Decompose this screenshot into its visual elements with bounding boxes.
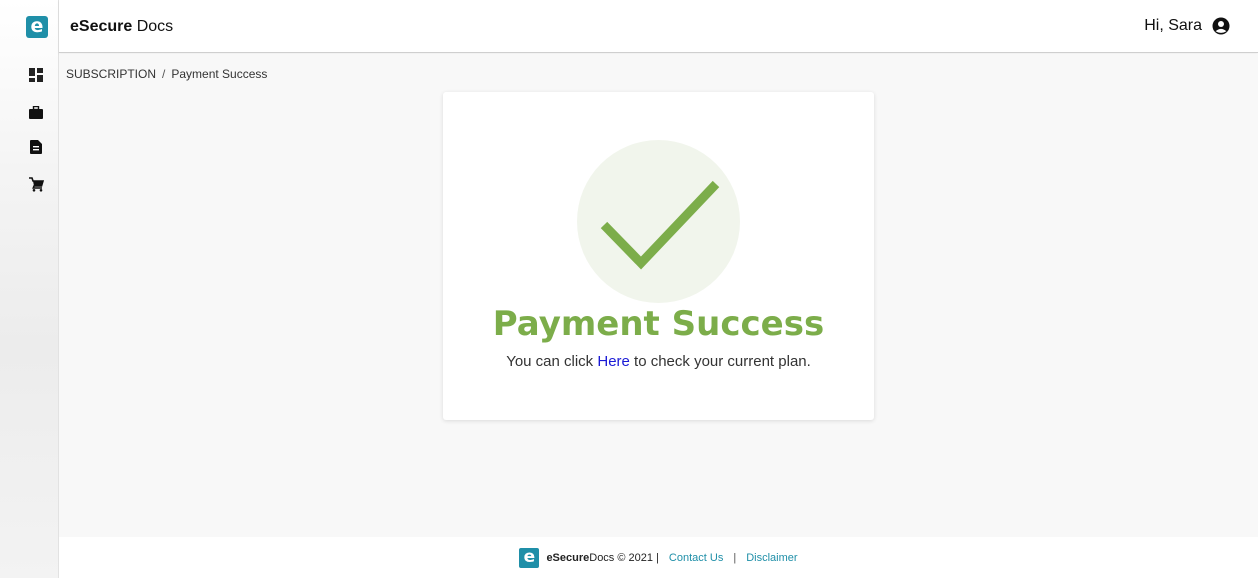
- sidebar-item-documents[interactable]: [27, 138, 45, 156]
- sidebar-item-briefcase[interactable]: [27, 103, 45, 121]
- success-message: You can click Here to check your current…: [443, 353, 874, 370]
- success-title: Payment Success: [492, 304, 825, 344]
- success-text-after: to check your current plan.: [629, 353, 811, 370]
- footer-brand-bold: eSecure: [546, 551, 590, 564]
- success-badge: [577, 140, 740, 303]
- disclaimer-link[interactable]: Disclaimer: [746, 552, 797, 564]
- breadcrumb-separator: /: [162, 67, 166, 81]
- user-menu[interactable]: Hi, Sara: [1144, 17, 1230, 35]
- footer-divider: |: [733, 551, 737, 564]
- cart-icon: [28, 176, 44, 192]
- top-header: eSecure Docs Hi, Sara: [59, 0, 1258, 53]
- breadcrumb: SUBSCRIPTION / Payment Success: [66, 67, 267, 81]
- success-text-before: You can click: [506, 353, 598, 370]
- sidebar: e: [0, 0, 59, 578]
- app-title: eSecure Docs: [70, 18, 173, 36]
- check-plan-link[interactable]: Here: [597, 353, 630, 370]
- brand-name-bold: eSecure: [70, 18, 133, 35]
- footer: e eSecure Docs © 2021 | Contact Us | Dis…: [59, 537, 1258, 578]
- user-account-icon: [1212, 17, 1230, 35]
- user-greeting: Hi, Sara: [1144, 17, 1202, 34]
- briefcase-icon: [29, 105, 43, 119]
- footer-copyright: Docs © 2021 |: [589, 551, 659, 564]
- contact-us-link[interactable]: Contact Us: [669, 552, 723, 564]
- document-icon: [30, 140, 42, 154]
- breadcrumb-current: Payment Success: [171, 67, 268, 81]
- dashboard-icon: [29, 68, 43, 82]
- sidebar-item-cart[interactable]: [27, 175, 45, 193]
- app-logo[interactable]: e: [26, 16, 48, 38]
- main-content: SUBSCRIPTION / Payment Success Payment Suc…: [59, 54, 1258, 537]
- sidebar-item-dashboard[interactable]: [27, 66, 45, 84]
- brand-name-rest: Docs: [132, 18, 174, 35]
- payment-success-card: Payment Success You can click Here to ch…: [443, 92, 874, 420]
- footer-logo: e: [519, 547, 540, 568]
- breadcrumb-subscription[interactable]: SUBSCRIPTION: [66, 67, 156, 81]
- checkmark-icon: [600, 180, 720, 270]
